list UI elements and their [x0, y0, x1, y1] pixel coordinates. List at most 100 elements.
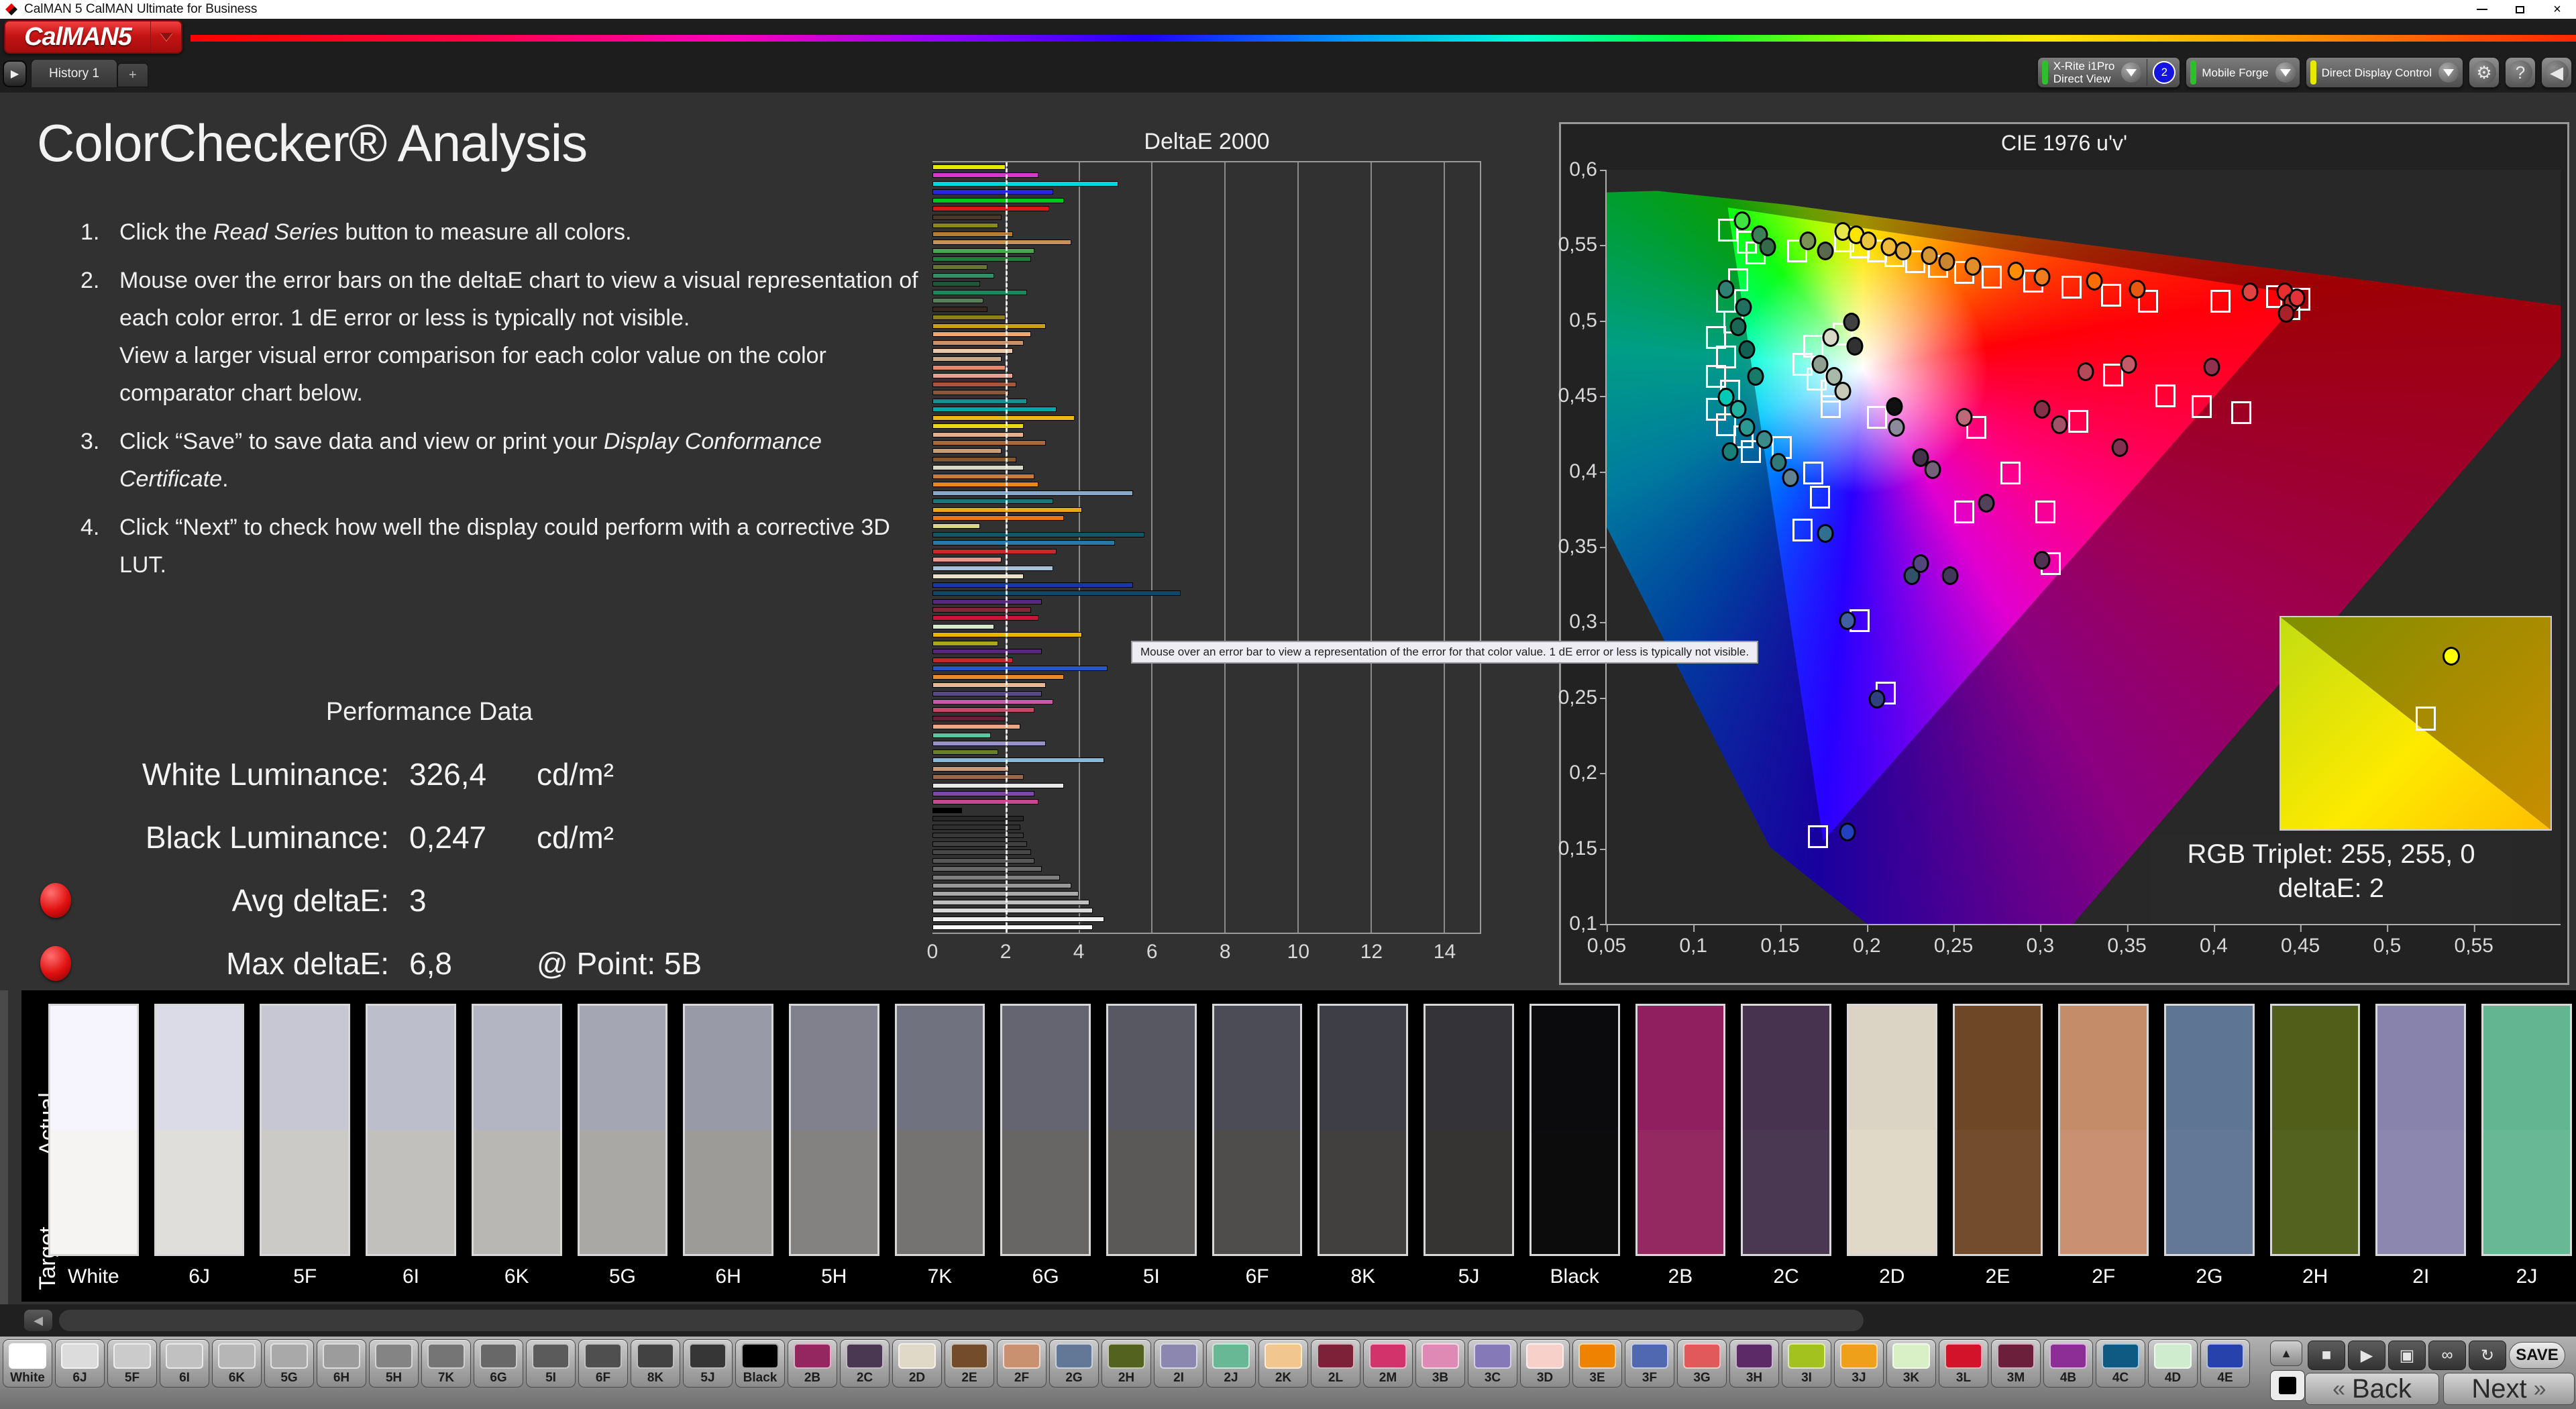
swatch-button-2l[interactable]: 2L [1311, 1339, 1360, 1388]
deltae-bar[interactable] [932, 240, 1071, 245]
deltae-bar[interactable] [932, 356, 1002, 362]
swatch-button-3e[interactable]: 3E [1572, 1339, 1622, 1388]
deltae-bar[interactable] [932, 423, 1024, 429]
deltae-bar[interactable] [932, 925, 1093, 930]
deltae-bar[interactable] [932, 340, 1024, 346]
deltae-bar[interactable] [932, 231, 1013, 237]
deltae-bar[interactable] [932, 399, 1027, 404]
deltae-bar[interactable] [932, 883, 1071, 888]
deltae-bar[interactable] [932, 833, 1024, 838]
swatch-button-5j[interactable]: 5J [683, 1339, 733, 1388]
swatch-button-2g[interactable]: 2G [1049, 1339, 1099, 1388]
deltae-bar[interactable] [932, 707, 1034, 713]
swatch-button-6k[interactable]: 6K [212, 1339, 262, 1388]
meter-count-badge[interactable]: 2 [2153, 61, 2176, 84]
save-button[interactable]: SAVE [2509, 1342, 2565, 1369]
swatch-button-3k[interactable]: 3K [1886, 1339, 1936, 1388]
swatch-button-2f[interactable]: 2F [997, 1339, 1046, 1388]
deltae-bar[interactable] [932, 432, 1024, 437]
collapse-button[interactable]: ◀ [2541, 57, 2572, 88]
tab-history-1[interactable]: History 1 [31, 59, 117, 87]
comparator-swatch[interactable] [1953, 1004, 2043, 1256]
logo-dropdown[interactable] [150, 21, 181, 52]
minimize-button[interactable] [2463, 0, 2501, 19]
deltae-bar[interactable] [932, 774, 1024, 780]
comparator-swatch[interactable] [2270, 1004, 2361, 1256]
comparator-swatch[interactable] [1212, 1004, 1303, 1256]
swatch-button-2b[interactable]: 2B [788, 1339, 837, 1388]
deltae-bar[interactable] [932, 390, 1009, 395]
deltae-bar[interactable] [932, 808, 962, 813]
comparator-swatch[interactable] [578, 1004, 668, 1256]
deltae-bar[interactable] [932, 674, 1064, 680]
restore-button[interactable] [2501, 0, 2538, 19]
deltae-bar[interactable] [932, 448, 1002, 454]
comparator-swatch[interactable] [366, 1004, 456, 1256]
swatch-button-3l[interactable]: 3L [1939, 1339, 1988, 1388]
help-button[interactable]: ? [2505, 57, 2536, 88]
calman-logo-menu[interactable]: CalMAN5 [4, 20, 182, 54]
deltae-bar[interactable] [932, 457, 1016, 462]
swatch-button-3b[interactable]: 3B [1415, 1339, 1465, 1388]
deltae-bar[interactable] [932, 223, 998, 228]
deltae-bar[interactable] [932, 699, 1053, 704]
deltae-bar[interactable] [932, 482, 1038, 487]
swatch-button-6g[interactable]: 6G [474, 1339, 523, 1388]
deltae-bar[interactable] [932, 532, 1144, 537]
swatch-button-5h[interactable]: 5H [369, 1339, 419, 1388]
comparator-swatch[interactable] [260, 1004, 350, 1256]
swatch-button-5f[interactable]: 5F [107, 1339, 157, 1388]
comparator-swatch[interactable] [683, 1004, 773, 1256]
swatch-button-2i[interactable]: 2I [1154, 1339, 1203, 1388]
deltae-bar[interactable] [932, 666, 1108, 671]
next-button[interactable]: Next» [2443, 1373, 2575, 1405]
deltae-bar[interactable] [932, 875, 1060, 880]
read-continuous-button[interactable]: ∞ [2428, 1341, 2466, 1370]
deltae-bar[interactable] [932, 172, 1038, 178]
deltae-bar[interactable] [932, 682, 1046, 688]
deltae-bar[interactable] [932, 315, 1006, 320]
deltae-bar[interactable] [932, 307, 987, 312]
deltae-bar[interactable] [932, 407, 1057, 412]
swatch-button-3j[interactable]: 3J [1834, 1339, 1884, 1388]
deltae-bar[interactable] [932, 849, 1031, 855]
deltae-bar[interactable] [932, 566, 1053, 571]
swatch-button-2c[interactable]: 2C [840, 1339, 890, 1388]
deltae-bar[interactable] [932, 189, 1053, 195]
read-series-button[interactable]: ▶ [2348, 1341, 2385, 1370]
deltae-bar[interactable] [932, 540, 1115, 545]
current-patch-button[interactable] [2270, 1370, 2305, 1401]
deltae-bar[interactable] [932, 465, 1024, 470]
swatch-button-3f[interactable]: 3F [1625, 1339, 1674, 1388]
deltae-bar[interactable] [932, 900, 1089, 905]
deltae-bar[interactable] [932, 908, 1093, 913]
deltae-bar[interactable] [932, 641, 998, 646]
meter-dropdown-2[interactable]: Mobile Forge [2186, 57, 2300, 88]
meter-dropdown-1[interactable]: X-Rite i1Pro Direct View2 [2037, 57, 2181, 88]
deltae-bar[interactable] [932, 348, 1013, 354]
deltae-bar[interactable] [932, 917, 1104, 922]
swatch-button-4d[interactable]: 4D [2148, 1339, 2198, 1388]
swatch-button-2h[interactable]: 2H [1102, 1339, 1151, 1388]
swatch-button-3h[interactable]: 3H [1729, 1339, 1779, 1388]
deltae-bar[interactable] [932, 716, 1006, 721]
deltae-bar[interactable] [932, 365, 1006, 370]
swatch-button-3g[interactable]: 3G [1677, 1339, 1727, 1388]
deltae-bar[interactable] [932, 733, 991, 738]
comparator-swatch[interactable] [1635, 1004, 1726, 1256]
close-button[interactable]: × [2538, 0, 2576, 19]
deltae-bar[interactable] [932, 658, 1013, 663]
deltae-bar[interactable] [932, 816, 1024, 821]
swatch-button-2j[interactable]: 2J [1206, 1339, 1256, 1388]
comparator-swatch[interactable] [1741, 1004, 1831, 1256]
deltae-bar[interactable] [932, 515, 1064, 521]
comparator-swatch[interactable] [895, 1004, 985, 1256]
deltae-bar[interactable] [932, 290, 1027, 295]
read-single-button[interactable]: ▣ [2388, 1341, 2426, 1370]
swatch-button-6i[interactable]: 6I [160, 1339, 209, 1388]
deltae-bar[interactable] [932, 248, 1034, 254]
deltae-bar[interactable] [932, 440, 1046, 446]
deltae-bar[interactable] [932, 181, 1118, 187]
swatch-button-6f[interactable]: 6F [578, 1339, 628, 1388]
swatch-button-7k[interactable]: 7K [421, 1339, 471, 1388]
